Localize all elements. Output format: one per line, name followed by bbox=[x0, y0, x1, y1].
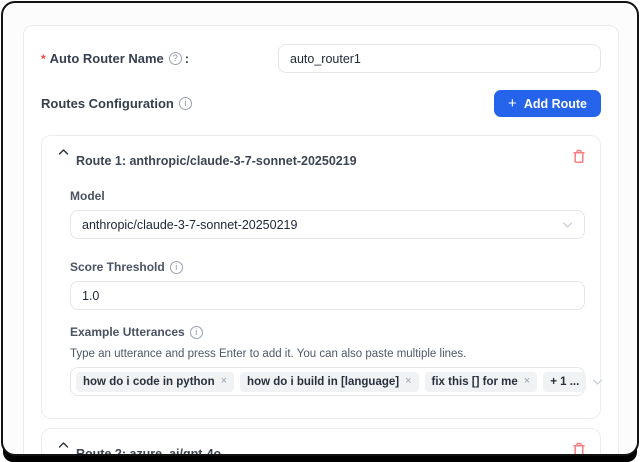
chevron-down-icon bbox=[562, 221, 573, 229]
model-select-value: anthropic/claude-3-7-sonnet-20250219 bbox=[82, 218, 297, 232]
utterance-tag: how do i build in [language] × bbox=[240, 372, 418, 392]
required-asterisk: * bbox=[41, 52, 46, 66]
delete-route-2-button[interactable] bbox=[572, 442, 586, 456]
auto-router-name-input[interactable] bbox=[278, 44, 601, 73]
score-threshold-label-text: Score Threshold bbox=[70, 260, 165, 274]
route-2-header[interactable]: Route 2: azure_ai/gpt-4o bbox=[42, 429, 600, 456]
route-1-title: Route 1: anthropic/claude-3-7-sonnet-202… bbox=[76, 154, 357, 168]
score-threshold-input[interactable] bbox=[70, 281, 585, 310]
trash-icon bbox=[572, 149, 586, 164]
chevron-up-icon bbox=[58, 441, 69, 449]
tag-remove-icon[interactable]: × bbox=[221, 376, 227, 387]
utterance-tag: how do i code in python × bbox=[76, 372, 234, 392]
plus-icon: + bbox=[508, 96, 517, 111]
collapse-route-2-button[interactable] bbox=[56, 439, 71, 451]
app-window: * Auto Router Name ? : Routes Configurat… bbox=[1, 1, 639, 456]
utterance-tag-text: fix this [] for me bbox=[432, 376, 518, 388]
trash-icon bbox=[572, 442, 586, 456]
help-icon[interactable]: ? bbox=[169, 52, 182, 65]
route-2-panel: Route 2: azure_ai/gpt-4o bbox=[41, 428, 601, 456]
overflow-tag-text: + 1 ... bbox=[550, 376, 579, 388]
utterances-helper-text: Type an utterance and press Enter to add… bbox=[70, 348, 585, 360]
example-utterances-label-text: Example Utterances bbox=[70, 325, 185, 339]
info-icon[interactable]: i bbox=[179, 97, 192, 110]
model-label-text: Model bbox=[70, 189, 105, 203]
label-colon: : bbox=[185, 51, 189, 66]
tag-remove-icon[interactable]: × bbox=[405, 376, 411, 387]
info-icon[interactable]: i bbox=[190, 326, 203, 339]
routes-configuration-label-text: Routes Configuration bbox=[41, 96, 174, 111]
delete-route-1-button[interactable] bbox=[572, 149, 586, 164]
model-label: Model bbox=[70, 189, 585, 203]
collapse-route-1-button[interactable] bbox=[56, 146, 71, 158]
route-1-body: Model anthropic/claude-3-7-sonnet-202502… bbox=[42, 189, 600, 418]
auto-router-form-card: * Auto Router Name ? : Routes Configurat… bbox=[23, 25, 619, 456]
route-1-header[interactable]: Route 1: anthropic/claude-3-7-sonnet-202… bbox=[42, 136, 600, 168]
routes-configuration-row: Routes Configuration i + Add Route bbox=[41, 90, 601, 117]
example-utterances-input[interactable]: how do i code in python × how do i build… bbox=[70, 367, 585, 396]
auto-router-name-label: * Auto Router Name ? : bbox=[41, 51, 189, 66]
auto-router-name-row: * Auto Router Name ? : bbox=[41, 44, 601, 73]
chevron-down-icon bbox=[592, 378, 603, 386]
model-select[interactable]: anthropic/claude-3-7-sonnet-20250219 bbox=[70, 210, 585, 239]
add-route-button-label: Add Route bbox=[524, 97, 587, 111]
info-icon[interactable]: i bbox=[170, 261, 183, 274]
utterance-tag-text: how do i code in python bbox=[83, 376, 215, 388]
routes-configuration-label: Routes Configuration i bbox=[41, 96, 195, 111]
score-threshold-label: Score Threshold i bbox=[70, 260, 585, 274]
utterance-tag: fix this [] for me × bbox=[425, 372, 538, 392]
route-1-panel: Route 1: anthropic/claude-3-7-sonnet-202… bbox=[41, 135, 601, 419]
overflow-tag[interactable]: + 1 ... bbox=[543, 372, 586, 392]
utterance-tag-text: how do i build in [language] bbox=[247, 376, 399, 388]
auto-router-name-label-text: Auto Router Name bbox=[50, 51, 164, 66]
chevron-up-icon bbox=[58, 148, 69, 156]
tag-remove-icon[interactable]: × bbox=[524, 376, 530, 387]
example-utterances-label: Example Utterances i bbox=[70, 325, 585, 339]
add-route-button[interactable]: + Add Route bbox=[494, 90, 601, 117]
route-2-title: Route 2: azure_ai/gpt-4o bbox=[76, 447, 221, 456]
